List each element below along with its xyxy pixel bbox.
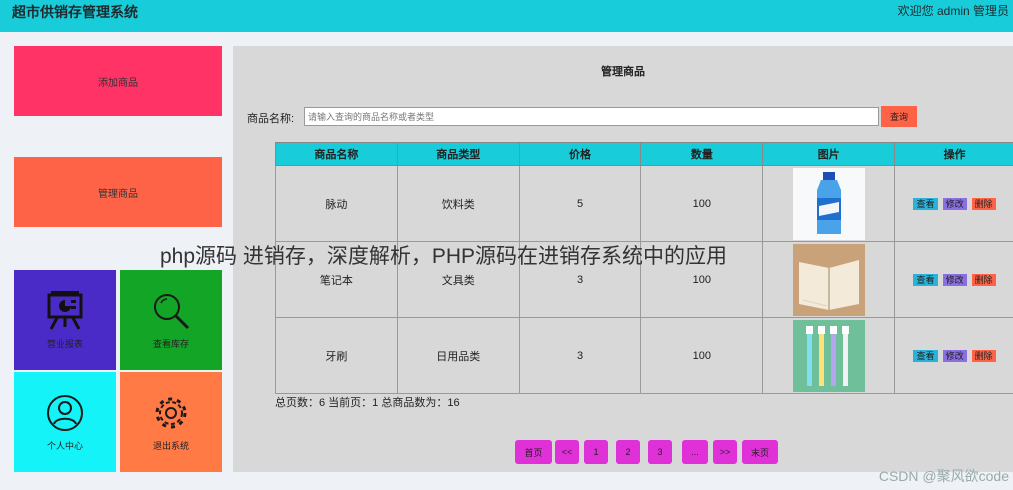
column-header-quantity: 数量 [640,142,764,166]
last-page-button[interactable]: 末页 [742,440,778,464]
user-icon [47,395,83,431]
cell-actions: 查看 修改 删除 [894,241,1013,318]
table-row: 脉动 饮料类 5 100 查看 修改 删除 [275,165,1013,242]
view-button[interactable]: 查看 [913,273,938,286]
delete-button[interactable]: 删除 [971,273,996,286]
tile-sales-report-label: 营业报表 [46,339,83,349]
tile-profile-label: 个人中心 [46,441,83,451]
tile-view-stock[interactable]: 查看库存 [120,270,222,370]
toothbrush-image [792,319,865,392]
ellipsis-button[interactable]: ... [682,440,708,464]
app-title: 超市供销存管理系统 [12,4,138,20]
cell-quantity: 100 [640,165,764,242]
cell-quantity: 100 [640,317,764,394]
prev-page-button[interactable]: << [555,440,579,464]
delete-button[interactable]: 删除 [971,197,996,210]
delete-button[interactable]: 删除 [971,349,996,362]
tile-sales-report[interactable]: 营业报表 [14,270,116,370]
cell-actions: 查看 修改 删除 [894,165,1013,242]
edit-button[interactable]: 修改 [942,197,967,210]
bottle-image [792,167,865,240]
page-2-button[interactable]: 2 [616,440,640,464]
search-label: 商品名称: [247,113,295,125]
column-header-actions: 操作 [894,142,1013,166]
welcome-text: 欢迎您 admin 管理员 [897,4,1009,18]
cell-price: 3 [518,317,642,394]
column-header-type: 商品类型 [396,142,520,166]
cell-price: 5 [518,165,642,242]
table-header-row: 商品名称 商品类型 价格 数量 图片 操作 [275,142,1013,166]
column-header-name: 商品名称 [275,142,398,166]
tile-exit-system-label: 退出系统 [152,441,189,451]
edit-button[interactable]: 修改 [942,273,967,286]
page-3-button[interactable]: 3 [648,440,672,464]
search-input[interactable] [304,107,879,126]
cell-image [762,165,896,242]
first-page-button[interactable]: 首页 [515,440,552,464]
manage-goods-button[interactable]: 管理商品 [14,157,222,227]
tile-view-stock-label: 查看库存 [152,339,189,349]
column-header-price: 价格 [518,142,642,166]
table-row: 牙刷 日用品类 3 100 查看 修改 删除 [275,317,1013,394]
tile-profile[interactable]: 个人中心 [14,372,116,472]
edit-button[interactable]: 修改 [942,349,967,362]
cell-image [762,241,896,318]
search-button[interactable]: 查询 [881,106,917,127]
view-button[interactable]: 查看 [913,349,938,362]
cell-type: 日用品类 [396,317,520,394]
cell-name: 牙刷 [275,317,398,394]
cell-actions: 查看 修改 删除 [894,317,1013,394]
add-goods-button[interactable]: 添加商品 [14,46,222,116]
next-page-button[interactable]: >> [713,440,737,464]
cell-name: 脉动 [275,165,398,242]
page-title: 管理商品 [601,66,645,78]
view-button[interactable]: 查看 [913,197,938,210]
watermark: CSDN @聚风欲code [878,468,1009,484]
column-header-image: 图片 [762,142,896,166]
overlay-title: php源码 进销存，深度解析，PHP源码在进销存系统中的应用 [160,245,728,268]
magnifier-icon [154,294,190,330]
tile-exit-system[interactable]: 退出系统 [120,372,222,472]
page-1-button[interactable]: 1 [584,440,608,464]
cell-image [762,317,896,394]
pagination-summary: 总页数：6 当前页：1 总商品数为：16 [275,397,460,409]
gear-icon [155,397,187,429]
cell-type: 饮料类 [396,165,520,242]
header-bar: 超市供销存管理系统 欢迎您 admin 管理员 [0,0,1013,32]
presentation-chart-icon [47,291,83,330]
notebook-image [792,243,865,316]
